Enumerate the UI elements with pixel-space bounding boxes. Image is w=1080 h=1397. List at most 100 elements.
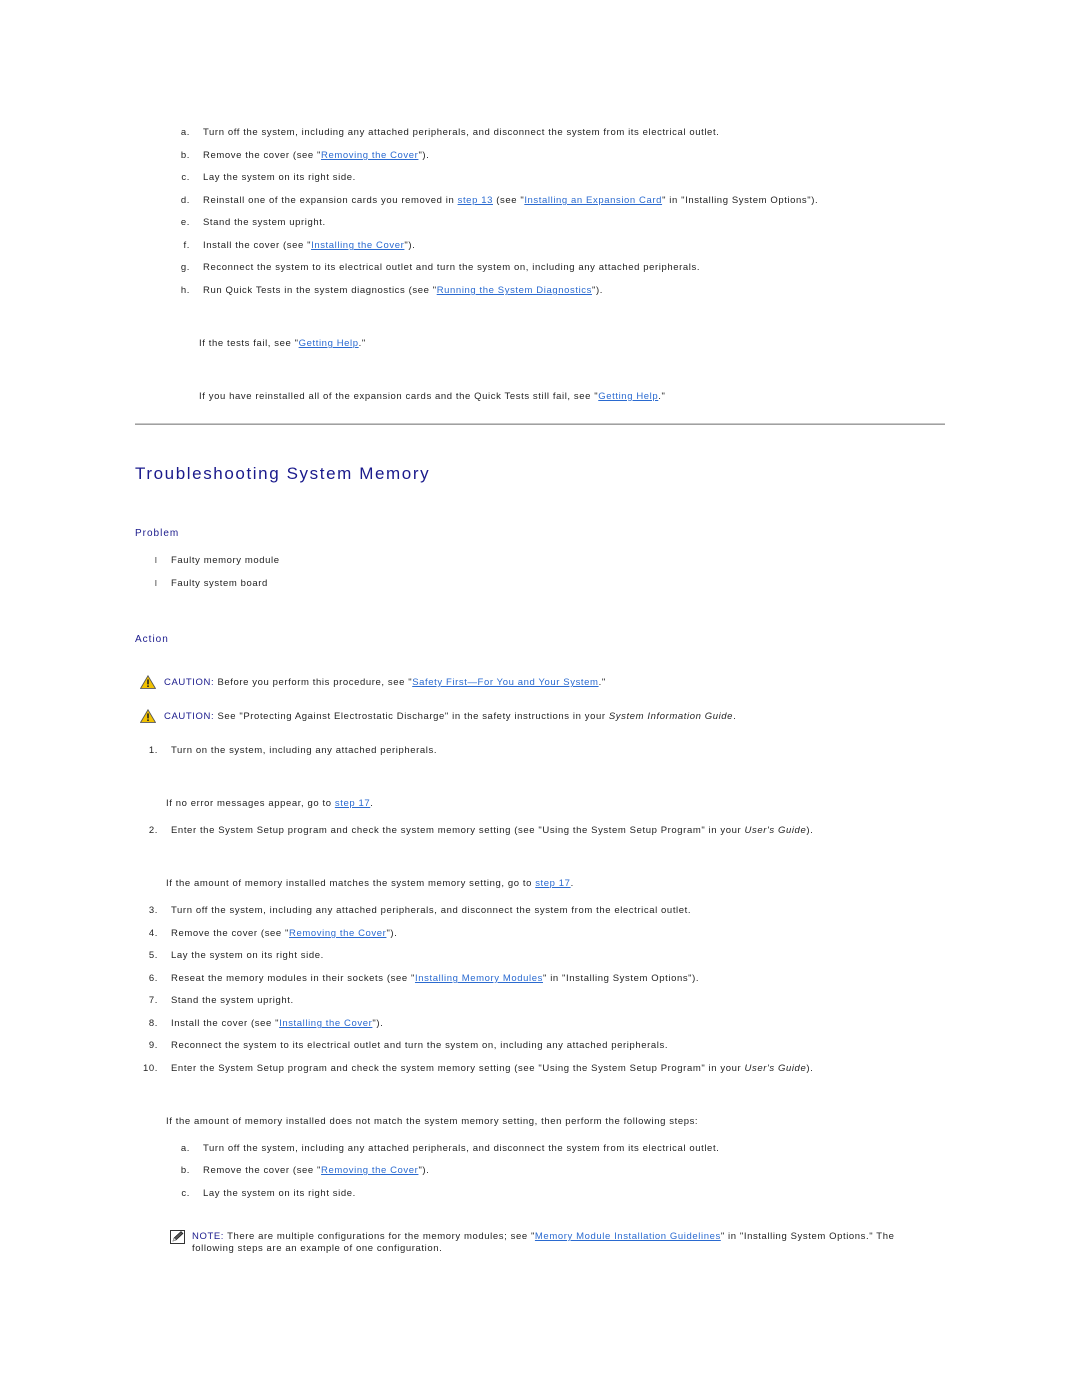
list-marker: e.: [180, 217, 190, 228]
caution-text: CAUTION: Before you perform this procedu…: [164, 677, 606, 689]
link-installing-an-expansion-card[interactable]: Installing an Expansion Card: [524, 195, 662, 206]
section-divider: [135, 423, 945, 425]
text-segment: ").: [592, 285, 603, 296]
emphasis-text: System Information Guide: [608, 711, 734, 722]
note-pencil-icon: [170, 1230, 185, 1247]
caution-label: CAUTION:: [164, 677, 215, 688]
list-marker: d.: [180, 195, 190, 206]
list-item-text: Lay the system on its right side.: [203, 172, 356, 184]
list-marker: 7.: [148, 995, 158, 1006]
list-marker: 5.: [148, 950, 158, 961]
text-segment: " in "Installing System Options").: [542, 973, 700, 984]
text-segment: Remove the cover (see ": [203, 150, 322, 161]
list-item-text: Reconnect the system to its electrical o…: [203, 262, 700, 274]
list-marker: 9.: [148, 1040, 158, 1051]
link-removing-the-cover[interactable]: Removing the Cover: [321, 1165, 418, 1176]
link-safety-first-for-you-and-your-system[interactable]: Safety First—For You and Your System: [412, 677, 598, 688]
text-segment: Reinstall one of the expansion cards you…: [203, 195, 458, 206]
list-marker: 6.: [148, 973, 158, 984]
list-item-text: Stand the system upright.: [171, 995, 294, 1007]
list-item-text: Turn off the system, including any attac…: [171, 905, 691, 917]
text-segment: ).: [806, 1063, 814, 1074]
list-item-text: Remove the cover (see "Removing the Cove…: [171, 928, 397, 940]
problem-item-text: Faulty system board: [171, 578, 268, 589]
text-segment: If the amount of memory installed matche…: [166, 878, 536, 889]
list-item-text: Remove the cover (see "Removing the Cove…: [203, 1165, 429, 1177]
list-marker: 8.: [148, 1018, 158, 1029]
text-segment: There are multiple configurations for th…: [224, 1231, 535, 1242]
list-marker: 10.: [142, 1063, 158, 1074]
text-segment: ").: [404, 240, 416, 251]
text-segment: " in "Installing System Options." The: [720, 1231, 895, 1242]
link-getting-help[interactable]: Getting Help: [299, 338, 359, 349]
list-item-text: Reinstall one of the expansion cards you…: [203, 195, 818, 207]
text-segment: Lay the system on its right side.: [203, 1188, 356, 1199]
link-installing-the-cover[interactable]: Installing the Cover: [311, 240, 404, 251]
list-marker: c.: [181, 1188, 190, 1199]
list-item-text: If the amount of memory installed does n…: [166, 1116, 698, 1128]
text-segment: Remove the cover (see ": [171, 928, 290, 939]
link-step-17[interactable]: step 17: [535, 878, 570, 889]
text-segment: Install the cover (see ": [171, 1018, 280, 1029]
link-step-13[interactable]: step 13: [458, 195, 493, 206]
list-item-text: Install the cover (see "Installing the C…: [171, 1018, 383, 1030]
text-segment: .": [658, 391, 666, 402]
link-memory-module-installation-guidelines[interactable]: Memory Module Installation Guidelines: [535, 1231, 721, 1242]
text-segment: If the amount of memory installed does n…: [166, 1116, 699, 1127]
text-segment: Reconnect the system to its electrical o…: [203, 262, 701, 273]
list-item-text: Turn off the system, including any attac…: [203, 1143, 719, 1155]
text-segment: Enter the System Setup program and check…: [171, 1063, 745, 1074]
warning-triangle-icon: [139, 708, 157, 727]
list-item-text: Turn off the system, including any attac…: [203, 127, 719, 139]
text-segment: .: [733, 711, 737, 722]
text-segment: Lay the system on its right side.: [203, 172, 356, 183]
list-marker: 4.: [148, 928, 158, 939]
link-installing-the-cover[interactable]: Installing the Cover: [279, 1018, 372, 1029]
list-item-text: Install the cover (see "Installing the C…: [203, 240, 415, 252]
link-installing-memory-modules[interactable]: Installing Memory Modules: [415, 973, 543, 984]
text-segment: (see ": [492, 195, 525, 206]
list-item-text: Lay the system on its right side.: [203, 1188, 356, 1200]
list-item-text: Reconnect the system to its electrical o…: [171, 1040, 668, 1052]
caution-text: CAUTION: See "Protecting Against Electro…: [164, 711, 736, 723]
link-removing-the-cover[interactable]: Removing the Cover: [321, 150, 418, 161]
list-marker: a.: [180, 127, 190, 138]
list-item-text: Remove the cover (see "Removing the Cove…: [203, 150, 429, 162]
text-segment: Reconnect the system to its electrical o…: [171, 1040, 669, 1051]
list-marker: g.: [180, 262, 190, 273]
list-item-text: If the amount of memory installed matche…: [166, 878, 574, 890]
text-segment: If you have reinstalled all of the expan…: [199, 391, 599, 402]
bullet-icon: l: [155, 556, 158, 565]
link-getting-help[interactable]: Getting Help: [598, 391, 658, 402]
text-segment: If no error messages appear, go to: [166, 798, 335, 809]
text-segment: Reseat the memory modules in their socke…: [171, 973, 415, 984]
text-segment: Enter the System Setup program and check…: [171, 825, 745, 836]
text-segment: Lay the system on its right side.: [171, 950, 324, 961]
section-title: Troubleshooting System Memory: [135, 464, 431, 483]
text-segment: Turn off the system, including any attac…: [171, 905, 692, 916]
action-heading: Action: [135, 634, 169, 645]
link-running-the-system-diagnostics[interactable]: Running the System Diagnostics: [437, 285, 592, 296]
list-marker: b.: [180, 1165, 190, 1176]
note-label: NOTE:: [192, 1231, 225, 1242]
text-segment: Install the cover (see ": [203, 240, 312, 251]
list-item-text: Stand the system upright.: [203, 217, 326, 229]
text-segment: If the tests fail, see ": [199, 338, 299, 349]
text-segment: .": [598, 677, 606, 688]
text-segment: Turn off the system, including any attac…: [203, 127, 720, 138]
list-item-text: Turn on the system, including any attach…: [171, 745, 437, 757]
list-item-text: Reseat the memory modules in their socke…: [171, 973, 699, 985]
text-segment: .: [370, 798, 374, 809]
list-marker: c.: [181, 172, 190, 183]
text-segment: Turn on the system, including any attach…: [171, 745, 438, 756]
link-removing-the-cover[interactable]: Removing the Cover: [289, 928, 386, 939]
link-step-17[interactable]: step 17: [335, 798, 370, 809]
text-segment: .: [570, 878, 574, 889]
list-marker: f.: [183, 240, 190, 251]
warning-triangle-icon: [139, 674, 157, 693]
text-segment: See "Protecting Against Electrostatic Di…: [214, 711, 609, 722]
emphasis-text: User's Guide: [744, 825, 807, 836]
note-text-line-2: following steps are an example of one co…: [192, 1243, 443, 1254]
text-segment: Turn off the system, including any attac…: [203, 1143, 720, 1154]
list-item-text: If no error messages appear, go to step …: [166, 798, 374, 810]
